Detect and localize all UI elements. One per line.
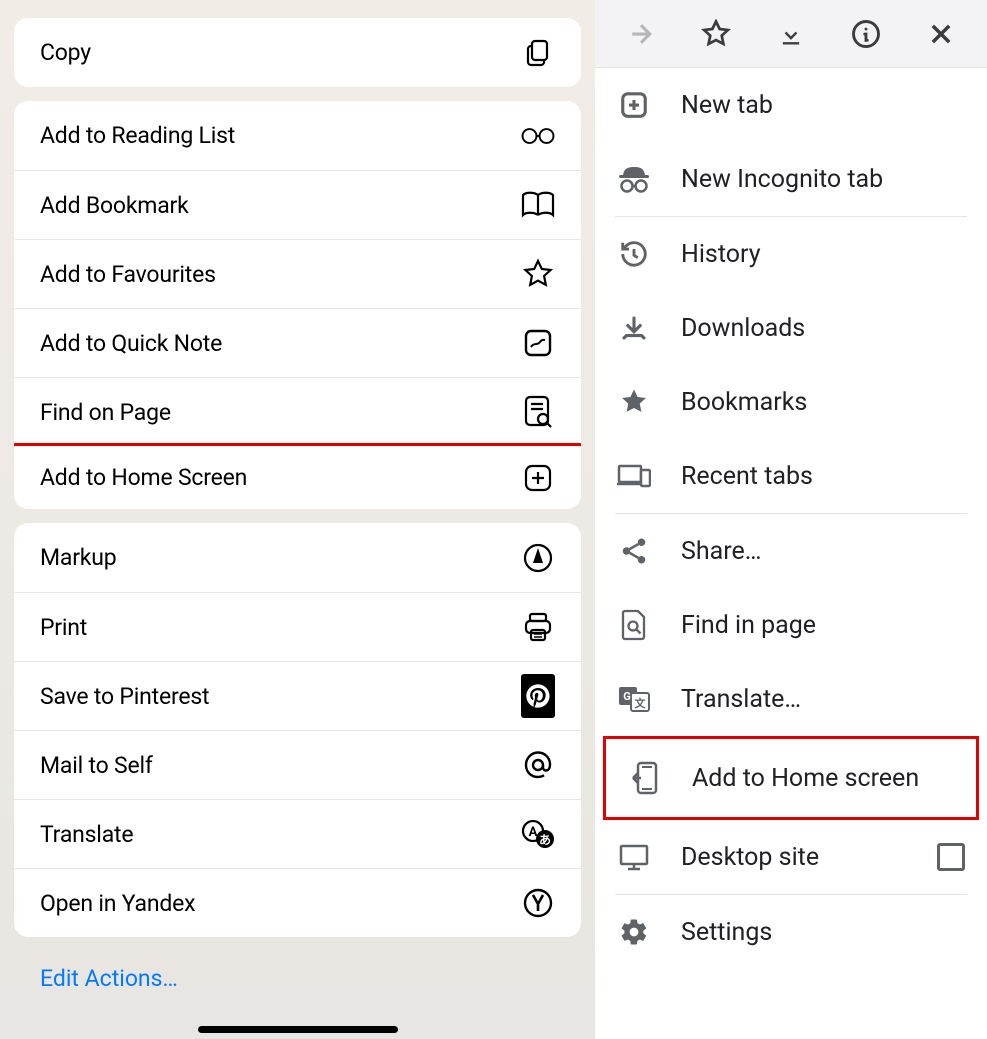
open-yandex-label: Open in Yandex (40, 890, 195, 917)
starfill-icon (617, 385, 651, 419)
downloads-label: Downloads (681, 314, 805, 343)
add-bookmark-label: Add Bookmark (40, 192, 189, 219)
desktop-site-checkbox[interactable] (937, 843, 965, 871)
history-label: History (681, 240, 761, 269)
translate-icon: A あ (521, 817, 555, 851)
plusbox-icon (521, 461, 555, 495)
download2-icon (617, 311, 651, 345)
svg-text:文: 文 (635, 696, 647, 710)
at-icon (521, 748, 555, 782)
incognito-tab-row[interactable]: New Incognito tab (595, 142, 987, 216)
copy-icon (521, 36, 555, 70)
markup-row[interactable]: Markup (14, 523, 581, 592)
reading-list-label: Add to Reading List (40, 122, 235, 149)
translate-label: Translate (40, 821, 133, 848)
glasses-icon (521, 119, 555, 153)
history-row[interactable]: History (595, 217, 987, 291)
quick-note-label: Add to Quick Note (40, 330, 222, 357)
mail-to-self-row[interactable]: Mail to Self (14, 730, 581, 799)
markup-label: Markup (40, 544, 116, 571)
find-in-page-label: Find in page (681, 611, 816, 640)
add-favourites-row[interactable]: Add to Favourites (14, 239, 581, 308)
ios-group-copy: Copy (14, 18, 581, 87)
settings-row[interactable]: Settings (595, 895, 987, 969)
new-tab-label: New tab (681, 91, 773, 120)
addhome-icon (628, 761, 662, 795)
recent-tabs-label: Recent tabs (681, 462, 813, 491)
ios-group-actions: Markup Print Save to Pinterest (14, 523, 581, 937)
ios-group-add: Add to Reading List Add Bookmark Add to … (14, 101, 581, 509)
add-to-home-screen-chrome-row[interactable]: Add to Home screen (603, 736, 979, 820)
find-on-page-label: Find on Page (40, 399, 171, 426)
download-icon[interactable] (771, 14, 811, 54)
find-on-page-row[interactable]: Find on Page (14, 377, 581, 446)
reading-list-row[interactable]: Add to Reading List (14, 101, 581, 170)
svg-text:G: G (623, 690, 631, 703)
findpage-icon (521, 395, 555, 429)
mail-to-self-label: Mail to Self (40, 752, 153, 779)
markup-icon (521, 541, 555, 575)
quick-note-row[interactable]: Add to Quick Note (14, 308, 581, 377)
print-label: Print (40, 614, 87, 641)
chrome-toolbar (595, 0, 987, 68)
bookmarks-row[interactable]: Bookmarks (595, 365, 987, 439)
home-indicator[interactable] (198, 1026, 398, 1033)
downloads-row[interactable]: Downloads (595, 291, 987, 365)
book-icon (521, 188, 555, 222)
translate-chrome-label: Translate… (681, 685, 801, 714)
findinpage-icon (617, 608, 651, 642)
add-to-home-screen-chrome-label: Add to Home screen (692, 764, 919, 793)
quicknote-icon (521, 326, 555, 360)
devices-icon (617, 459, 651, 493)
settings-label: Settings (681, 918, 772, 947)
yandex-icon (521, 886, 555, 920)
edit-actions-button[interactable]: Edit Actions… (14, 951, 581, 1002)
history-icon (617, 237, 651, 271)
newtab-icon (617, 88, 651, 122)
star-outline-icon[interactable] (696, 14, 736, 54)
forward-icon[interactable] (621, 14, 661, 54)
chrome-menu-panel: New tab New Incognito tab History Downlo… (595, 0, 987, 1039)
chrome-menu-list: New tab New Incognito tab History Downlo… (595, 68, 987, 969)
new-tab-row[interactable]: New tab (595, 68, 987, 142)
add-bookmark-row[interactable]: Add Bookmark (14, 170, 581, 239)
add-to-home-screen-row[interactable]: Add to Home Screen (14, 443, 581, 509)
recent-tabs-row[interactable]: Recent tabs (595, 439, 987, 513)
copy-label: Copy (40, 39, 91, 66)
save-pinterest-label: Save to Pinterest (40, 683, 209, 710)
desktop-icon (617, 840, 651, 874)
open-yandex-row[interactable]: Open in Yandex (14, 868, 581, 937)
edit-actions-label: Edit Actions… (40, 965, 178, 992)
pinterest-icon (521, 679, 555, 713)
ios-share-sheet: Copy Add to Reading List Add Bookmark (0, 0, 595, 1039)
translate-chrome-row[interactable]: G文 Translate… (595, 662, 987, 736)
bookmarks-label: Bookmarks (681, 388, 807, 417)
incognito-tab-label: New Incognito tab (681, 165, 883, 194)
gtranslate-icon: G文 (617, 682, 651, 716)
print-row[interactable]: Print (14, 592, 581, 661)
svg-text:あ: あ (539, 833, 551, 847)
settings-icon (617, 915, 651, 949)
share-label: Share… (681, 537, 761, 566)
share-icon (617, 534, 651, 568)
desktop-site-row[interactable]: Desktop site (595, 820, 987, 894)
add-to-home-screen-label: Add to Home Screen (40, 464, 247, 491)
share-row[interactable]: Share… (595, 514, 987, 588)
find-in-page-row[interactable]: Find in page (595, 588, 987, 662)
close-icon[interactable] (921, 14, 961, 54)
save-pinterest-row[interactable]: Save to Pinterest (14, 661, 581, 730)
info-icon[interactable] (846, 14, 886, 54)
incognito-icon (617, 162, 651, 196)
desktop-site-label: Desktop site (681, 843, 819, 872)
star-icon (521, 257, 555, 291)
copy-row[interactable]: Copy (14, 18, 581, 87)
print-icon (521, 610, 555, 644)
add-favourites-label: Add to Favourites (40, 261, 216, 288)
translate-row[interactable]: Translate A あ (14, 799, 581, 868)
